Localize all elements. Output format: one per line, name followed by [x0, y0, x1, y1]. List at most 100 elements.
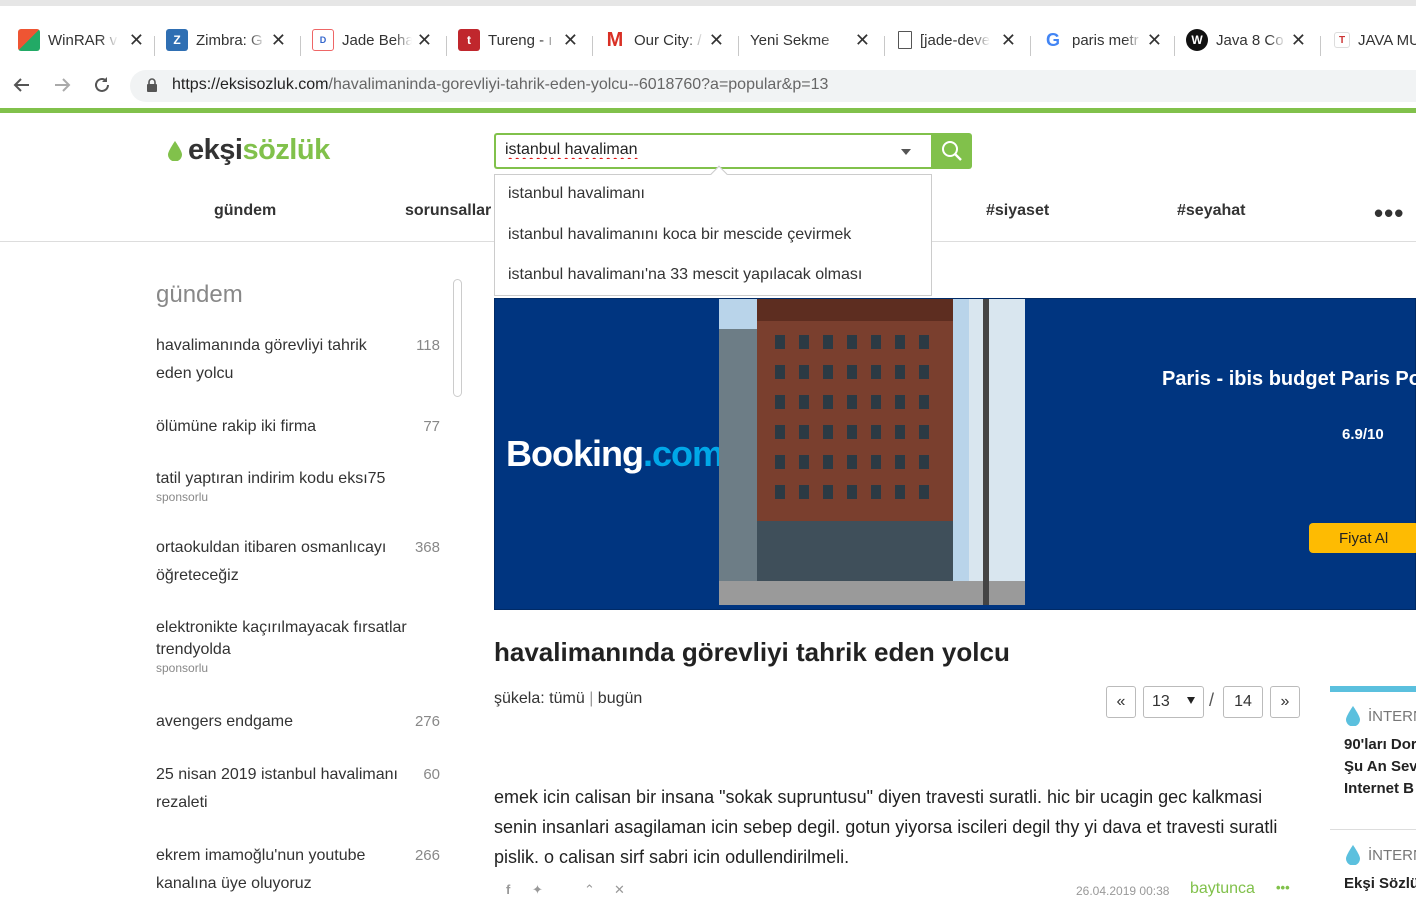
- tab-title: JAVA MU: [1358, 31, 1416, 49]
- topic-title[interactable]: havalimanında görevliyi tahrik eden yolc…: [494, 637, 1010, 668]
- nav-seyahat[interactable]: #seyahat: [1177, 202, 1246, 220]
- search-icon: [941, 141, 962, 161]
- back-icon[interactable]: [9, 72, 35, 98]
- filter-today-link[interactable]: bugün: [598, 690, 643, 707]
- tab-title: Zimbra: G: [196, 31, 263, 49]
- entry-count: 60: [423, 766, 440, 783]
- site-top-border: [0, 108, 1416, 113]
- sidebar-topic[interactable]: avengers endgame 276: [156, 708, 446, 736]
- close-icon[interactable]: ✕: [417, 30, 432, 51]
- suggestion-item[interactable]: istanbul havalimanını koca bir mescide ç…: [508, 226, 851, 244]
- close-icon[interactable]: ✕: [1147, 30, 1162, 51]
- facebook-icon[interactable]: f: [506, 882, 510, 897]
- divider: [1330, 829, 1416, 830]
- drop-icon: [168, 140, 182, 161]
- browser-tab[interactable]: W Java 8 Co ✕: [1186, 24, 1306, 56]
- entry-count: 118: [416, 337, 440, 354]
- sidebar-scrollbar[interactable]: [453, 279, 462, 397]
- entry-count: 77: [423, 418, 440, 435]
- search-button[interactable]: [931, 133, 972, 169]
- browser-tab-bar: WinRAR v ✕ Z Zimbra: G ✕ D Jade Beha ✕ t…: [0, 0, 1416, 62]
- tab-title: Our City: /: [634, 31, 702, 49]
- sponsored-label: sponsorlu: [156, 490, 209, 504]
- entry-date[interactable]: 26.04.2019 00:38: [1076, 884, 1169, 898]
- right-article-line[interactable]: Internet B: [1344, 778, 1414, 800]
- browser-tab[interactable]: [jade-deve ✕: [898, 24, 1016, 56]
- sidebar-topic[interactable]: 25 nisan 2019 istanbul havalimanı rezale…: [156, 761, 446, 817]
- google-icon: G: [1042, 29, 1064, 51]
- browser-tab[interactable]: G paris metr ✕: [1042, 24, 1162, 56]
- sidebar-topic[interactable]: ortaokuldan itibaren osmanlıcayı öğretec…: [156, 534, 446, 590]
- tureng-icon: t: [458, 29, 480, 51]
- zimbra-icon: Z: [166, 29, 188, 51]
- ad-hotel-name: Paris - ibis budget Paris Por: [1162, 368, 1416, 390]
- reload-icon[interactable]: [89, 72, 115, 98]
- filter-all-link[interactable]: tümü: [549, 690, 585, 707]
- winrar-icon: [18, 29, 40, 51]
- sidebar-topic[interactable]: havalimanında görevliyi tahrik eden yolc…: [156, 332, 446, 388]
- sidebar-topic[interactable]: ekrem imamoğlu'nun youtube kanalına üye …: [156, 842, 446, 898]
- prev-page-button[interactable]: «: [1106, 686, 1136, 718]
- browser-tab[interactable]: t Tureng - ı ✕: [458, 24, 578, 56]
- twitter-icon[interactable]: ✦: [532, 882, 543, 898]
- site-logo[interactable]: ekşi sözlük: [168, 134, 330, 167]
- right-article-line[interactable]: Şu An Sev: [1344, 756, 1416, 778]
- upvote-icon[interactable]: ⌃: [584, 882, 595, 898]
- search-box: [494, 133, 932, 169]
- t-icon: T: [1334, 32, 1350, 48]
- right-category: İNTERN: [1368, 847, 1416, 864]
- entry-author[interactable]: baytunca: [1190, 880, 1255, 898]
- tab-title: paris metr: [1072, 31, 1139, 49]
- close-icon[interactable]: ✕: [855, 30, 870, 51]
- hotel-photo: [719, 299, 1025, 605]
- tab-title: WinRAR v: [48, 31, 118, 49]
- close-icon[interactable]: ✕: [271, 30, 286, 51]
- search-input[interactable]: [505, 141, 885, 159]
- sidebar-topic[interactable]: ölümüne rakip iki firma 77: [156, 413, 446, 441]
- close-icon[interactable]: ✕: [709, 30, 724, 51]
- nav-siyaset[interactable]: #siyaset: [986, 202, 1049, 220]
- suggestion-item[interactable]: istanbul havalimanı'na 33 mescit yapılac…: [508, 266, 862, 284]
- downvote-icon[interactable]: ✕: [614, 882, 625, 898]
- tab-title: [jade-deve: [920, 31, 990, 49]
- entry-count: 276: [414, 713, 440, 730]
- browser-tab[interactable]: M Our City: / ✕: [604, 24, 724, 56]
- chevron-down-icon[interactable]: [901, 149, 911, 155]
- browser-tab[interactable]: Yeni Sekme ✕: [750, 24, 870, 56]
- sponsored-label: sponsorlu: [156, 661, 209, 675]
- more-options-icon[interactable]: •••: [1276, 880, 1290, 895]
- wordpress-icon: W: [1186, 29, 1208, 51]
- forward-icon[interactable]: [49, 72, 75, 98]
- sidebar-heading: gündem: [156, 281, 243, 308]
- next-page-button[interactable]: »: [1270, 686, 1300, 718]
- entry-footer: f ✦ ⌃ ✕ 26.04.2019 00:38 baytunca •••: [494, 880, 1304, 898]
- page-select[interactable]: 13: [1143, 686, 1204, 718]
- entry-count: 266: [414, 847, 440, 864]
- browser-tab[interactable]: D Jade Beha ✕: [312, 24, 432, 56]
- right-article-line[interactable]: Ekşi Sözlü: [1344, 873, 1416, 895]
- right-category: İNTERN: [1368, 708, 1416, 725]
- url-text[interactable]: https://eksisozluk.com/havalimaninda-gor…: [172, 76, 828, 94]
- more-icon[interactable]: •••: [1374, 198, 1404, 229]
- sidebar-topic[interactable]: elektronikte kaçırılmayacak fırsatlar tr…: [156, 617, 446, 675]
- right-col-accent: [1330, 686, 1416, 692]
- sidebar-topic[interactable]: tatil yaptıran indirim kodu eksı75 spons…: [156, 468, 446, 504]
- close-icon[interactable]: ✕: [129, 30, 144, 51]
- page-separator: /: [1209, 690, 1215, 710]
- close-icon[interactable]: ✕: [1291, 30, 1306, 51]
- close-icon[interactable]: ✕: [1001, 30, 1016, 51]
- browser-tab[interactable]: WinRAR v ✕: [18, 24, 144, 56]
- lock-icon: [147, 78, 157, 92]
- suggestion-item[interactable]: istanbul havalimanı: [508, 185, 645, 203]
- right-article-line[interactable]: 90'ları Dor: [1344, 734, 1416, 756]
- get-price-button[interactable]: Fiyat Al: [1309, 523, 1416, 553]
- nav-gundem[interactable]: gündem: [214, 202, 276, 220]
- nav-sorunsallar[interactable]: sorunsallar: [405, 202, 491, 220]
- browser-tab[interactable]: T JAVA MU: [1334, 24, 1416, 56]
- total-pages-button[interactable]: 14: [1223, 686, 1263, 718]
- tab-title: Java 8 Co: [1216, 31, 1284, 49]
- dropdown-arrow-icon: [1187, 697, 1195, 704]
- browser-tab[interactable]: Z Zimbra: G ✕: [166, 24, 286, 56]
- drop-icon: [1346, 845, 1360, 865]
- close-icon[interactable]: ✕: [563, 30, 578, 51]
